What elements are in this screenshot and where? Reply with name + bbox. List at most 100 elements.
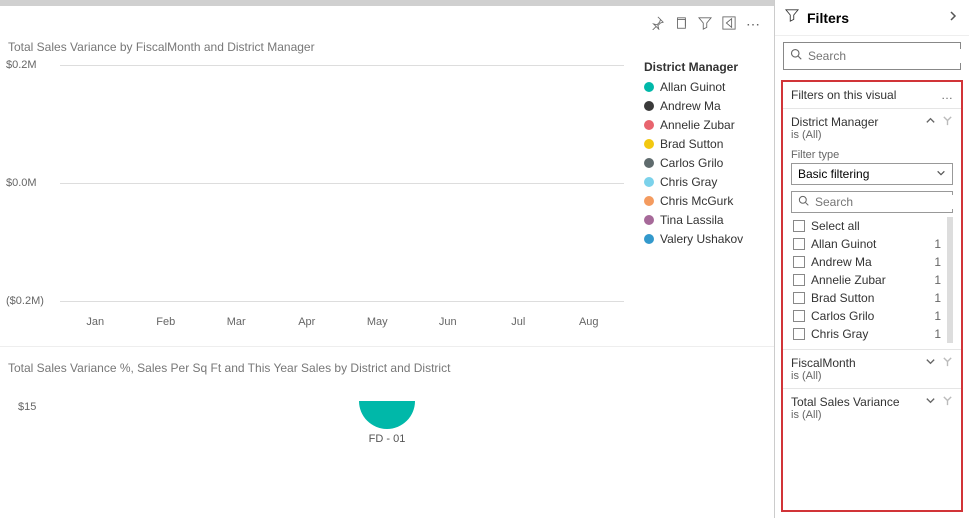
legend-label: Carlos Grilo: [660, 156, 723, 170]
filter-values-search[interactable]: [791, 191, 953, 213]
filter-state: is (All): [791, 370, 856, 382]
filter-option[interactable]: Chris Gray1: [791, 325, 947, 343]
filter-option-label: Chris Gray: [811, 327, 868, 341]
filter-name: FiscalMonth: [791, 356, 856, 370]
legend-label: Chris McGurk: [660, 194, 733, 208]
chart-plot-area[interactable]: $0.2M$0.0M($0.2M) JanFebMarAprMayJunJulA…: [8, 60, 624, 328]
month-group: [342, 60, 413, 306]
legend-swatch: [644, 120, 654, 130]
legend-label: Allan Guinot: [660, 80, 725, 94]
clear-filter-icon[interactable]: [942, 115, 953, 129]
pin-icon[interactable]: [650, 16, 664, 35]
checkbox[interactable]: [793, 274, 805, 286]
more-options-icon[interactable]: ⋯: [746, 16, 762, 35]
legend-label: Annelie Zubar: [660, 118, 735, 132]
filter-option-count: 1: [934, 291, 945, 305]
focus-mode-icon[interactable]: [722, 16, 736, 35]
month-group: [131, 60, 202, 306]
filter-state: is (All): [791, 129, 878, 141]
x-axis-tick: Apr: [272, 316, 343, 328]
checkbox[interactable]: [793, 292, 805, 304]
filter-option-count: 1: [934, 255, 945, 269]
checkbox[interactable]: [793, 310, 805, 322]
legend-item[interactable]: Chris McGurk: [644, 194, 764, 208]
legend-item[interactable]: Chris Gray: [644, 175, 764, 189]
collapse-filter-icon[interactable]: [925, 115, 936, 129]
filters-pane-title: Filters: [807, 10, 939, 26]
checkbox[interactable]: [793, 238, 805, 250]
legend-item[interactable]: Andrew Ma: [644, 99, 764, 113]
y-axis-tick: $0.0M: [6, 177, 37, 189]
month-group: [272, 60, 343, 306]
filters-search-box[interactable]: [783, 42, 961, 70]
legend-title: District Manager: [644, 60, 764, 74]
x-axis-tick: Jul: [483, 316, 554, 328]
filter-option[interactable]: Brad Sutton1: [791, 289, 947, 307]
checkbox[interactable]: [793, 220, 805, 232]
filter-card-district-manager: District Manager is (All) Filter type Ba…: [783, 108, 961, 349]
legend-label: Tina Lassila: [660, 213, 724, 227]
search-icon: [798, 195, 809, 209]
legend-label: Chris Gray: [660, 175, 717, 189]
filter-option-label: Allan Guinot: [811, 237, 876, 251]
collapse-pane-icon[interactable]: [947, 9, 959, 27]
section-more-icon[interactable]: …: [941, 88, 953, 102]
checkbox[interactable]: [793, 256, 805, 268]
chart-visual[interactable]: ⋯ Total Sales Variance by FiscalMonth an…: [0, 6, 774, 518]
chevron-down-icon: [936, 167, 946, 181]
filter-option[interactable]: Annelie Zubar1: [791, 271, 947, 289]
filter-option-label: Andrew Ma: [811, 255, 872, 269]
filters-search-input[interactable]: [808, 49, 963, 63]
bubble-label: FD - 01: [359, 433, 415, 445]
legend-label: Valery Ushakov: [660, 232, 743, 246]
legend-item[interactable]: Annelie Zubar: [644, 118, 764, 132]
y-axis-tick: ($0.2M): [6, 295, 44, 307]
month-group: [413, 60, 484, 306]
clear-filter-icon[interactable]: [942, 356, 953, 370]
copy-icon[interactable]: [674, 16, 688, 35]
filter-option[interactable]: Allan Guinot 1: [791, 235, 947, 253]
filter-type-dropdown[interactable]: Basic filtering: [791, 163, 953, 185]
filter-icon[interactable]: [698, 16, 712, 35]
bubble-marker[interactable]: FD - 01: [359, 401, 415, 445]
filter-values-search-input[interactable]: [815, 195, 963, 209]
filter-name: District Manager: [791, 115, 878, 129]
filter-option-count: 1: [934, 237, 945, 251]
legend-label: Andrew Ma: [660, 99, 721, 113]
legend-item[interactable]: Brad Sutton: [644, 137, 764, 151]
filter-option-count: 1: [934, 273, 945, 287]
legend-swatch: [644, 158, 654, 168]
filters-pane: Filters Filters on this visual … Distric…: [774, 0, 969, 518]
legend-swatch: [644, 234, 654, 244]
filter-name: Total Sales Variance: [791, 395, 900, 409]
legend-item[interactable]: Allan Guinot: [644, 80, 764, 94]
legend-swatch: [644, 101, 654, 111]
month-group: [554, 60, 625, 306]
x-axis-tick: Aug: [554, 316, 625, 328]
x-axis-tick: May: [342, 316, 413, 328]
legend-swatch: [644, 139, 654, 149]
legend-label: Brad Sutton: [660, 137, 723, 151]
legend-item[interactable]: Tina Lassila: [644, 213, 764, 227]
filter-type-label: Filter type: [791, 149, 953, 161]
month-group: [201, 60, 272, 306]
filter-state: is (All): [791, 409, 900, 421]
filter-option[interactable]: Carlos Grilo1: [791, 307, 947, 325]
expand-filter-icon[interactable]: [925, 356, 936, 370]
month-group: [483, 60, 554, 306]
checkbox[interactable]: [793, 328, 805, 340]
filter-option[interactable]: Andrew Ma 1: [791, 253, 947, 271]
expand-filter-icon[interactable]: [925, 395, 936, 409]
secondary-chart-visual[interactable]: Total Sales Variance %, Sales Per Sq Ft …: [0, 346, 774, 449]
clear-filter-icon[interactable]: [942, 395, 953, 409]
filter-option-count: 1: [934, 309, 945, 323]
search-icon: [790, 47, 802, 65]
legend-swatch: [644, 82, 654, 92]
secondary-y-tick: $15: [18, 401, 36, 413]
legend-item[interactable]: Carlos Grilo: [644, 156, 764, 170]
secondary-chart-title: Total Sales Variance %, Sales Per Sq Ft …: [0, 347, 774, 379]
legend-swatch: [644, 215, 654, 225]
legend-item[interactable]: Valery Ushakov: [644, 232, 764, 246]
filter-option-select-all[interactable]: Select all: [791, 217, 947, 235]
month-group: [60, 60, 131, 306]
